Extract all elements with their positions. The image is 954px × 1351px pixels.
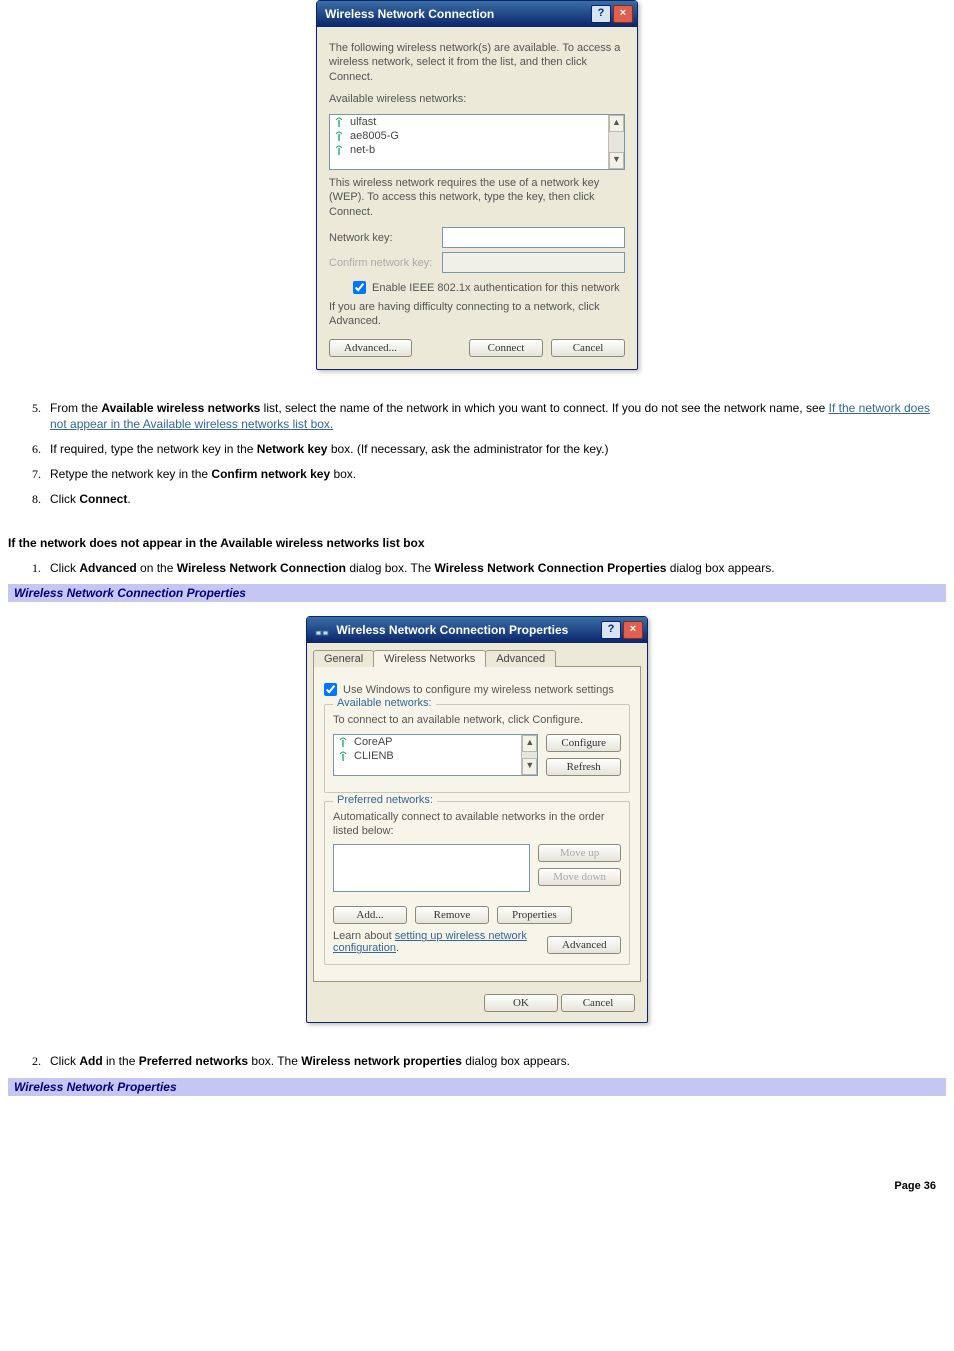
network-key-label: Network key: — [329, 232, 442, 244]
scrollbar[interactable]: ▲ ▼ — [521, 735, 537, 775]
cancel-button[interactable]: Cancel — [551, 339, 625, 357]
instruction-list: Click Advanced on the Wireless Network C… — [8, 560, 946, 577]
dialog-title: Wireless Network Connection Properties — [336, 623, 568, 637]
remove-button[interactable]: Remove — [415, 906, 489, 924]
available-networks-label: Available wireless networks: — [329, 92, 625, 106]
scroll-up-icon[interactable]: ▲ — [522, 735, 537, 752]
wireless-network-connection-dialog: Wireless Network Connection ? × The foll… — [316, 0, 638, 370]
scroll-down-icon[interactable]: ▼ — [522, 758, 537, 775]
scroll-down-icon[interactable]: ▼ — [609, 152, 624, 169]
tab-wireless-networks[interactable]: Wireless Networks — [373, 650, 486, 667]
confirm-key-label: Confirm network key: — [329, 257, 442, 269]
advanced-button[interactable]: Advanced — [547, 936, 621, 954]
close-icon[interactable]: × — [623, 621, 643, 639]
dialog-titlebar: Wireless Network Connection ? × — [317, 1, 637, 27]
section-bar: Wireless Network Properties — [8, 1078, 946, 1096]
section-bar: Wireless Network Connection Properties — [8, 584, 946, 602]
group-title: Available networks: — [333, 697, 436, 709]
move-down-button: Move down — [538, 868, 621, 886]
tab-panel: Use Windows to configure my wireless net… — [313, 666, 641, 982]
advanced-button[interactable]: Advanced... — [329, 339, 412, 357]
network-key-input[interactable] — [442, 227, 625, 248]
antenna-icon — [334, 145, 344, 155]
network-icon — [315, 624, 329, 638]
use-windows-label: Use Windows to configure my wireless net… — [343, 684, 614, 696]
confirm-key-input — [442, 252, 625, 273]
wireless-network-connection-properties-dialog: Wireless Network Connection Properties ?… — [306, 616, 648, 1023]
wep-text: This wireless network requires the use o… — [329, 176, 625, 219]
enable-8021x-label: Enable IEEE 802.1x authentication for th… — [372, 282, 620, 294]
move-up-button: Move up — [538, 844, 621, 862]
tab-strip: General Wireless Networks Advanced — [313, 649, 641, 666]
instruction-step: Click Advanced on the Wireless Network C… — [44, 560, 946, 577]
network-item[interactable]: CoreAP — [334, 735, 537, 749]
antenna-icon — [334, 131, 344, 141]
scrollbar[interactable]: ▲ ▼ — [608, 115, 624, 169]
antenna-icon — [338, 751, 348, 761]
available-networks-list[interactable]: CoreAP CLIENB ▲ ▼ — [333, 734, 538, 776]
instruction-step: Click Add in the Preferred networks box.… — [44, 1053, 946, 1070]
preferred-networks-group: Preferred networks: Automatically connec… — [324, 801, 630, 966]
configure-button[interactable]: Configure — [546, 734, 621, 752]
group-instruction: To connect to an available network, clic… — [333, 713, 621, 727]
instruction-step: Retype the network key in the Confirm ne… — [44, 466, 946, 483]
instruction-list: Click Add in the Preferred networks box.… — [8, 1053, 946, 1070]
connect-button[interactable]: Connect — [469, 339, 543, 357]
tab-advanced[interactable]: Advanced — [485, 650, 556, 667]
scroll-up-icon[interactable]: ▲ — [609, 115, 624, 132]
antenna-icon — [334, 117, 344, 127]
antenna-icon — [338, 737, 348, 747]
cancel-button[interactable]: Cancel — [561, 994, 635, 1012]
available-networks-list[interactable]: ulfast ae8005-G net-b ▲ ▼ — [329, 114, 625, 170]
help-icon[interactable]: ? — [591, 5, 611, 23]
network-item[interactable]: net-b — [330, 143, 624, 157]
network-item[interactable]: ulfast — [330, 115, 624, 129]
instruction-step: From the Available wireless networks lis… — [44, 400, 946, 434]
group-title: Preferred networks: — [333, 794, 437, 806]
dialog-titlebar: Wireless Network Connection Properties ?… — [307, 617, 647, 643]
tab-general[interactable]: General — [313, 650, 374, 667]
close-icon[interactable]: × — [613, 5, 633, 23]
dialog-intro-text: The following wireless network(s) are av… — [329, 41, 625, 84]
dialog-title: Wireless Network Connection — [325, 7, 494, 21]
enable-8021x-checkbox[interactable] — [353, 281, 366, 294]
page-number: Page 36 — [0, 1140, 954, 1206]
available-networks-group: Available networks: To connect to an ava… — [324, 704, 630, 792]
network-item[interactable]: ae8005-G — [330, 129, 624, 143]
preferred-networks-list[interactable] — [333, 844, 530, 892]
instruction-list: From the Available wireless networks lis… — [8, 400, 946, 508]
add-button[interactable]: Add... — [333, 906, 407, 924]
difficulty-text: If you are having difficulty connecting … — [329, 300, 625, 329]
network-item[interactable]: CLIENB — [334, 749, 537, 763]
properties-button[interactable]: Properties — [497, 906, 572, 924]
instruction-step: Click Connect. — [44, 491, 946, 508]
group-instruction: Automatically connect to available netwo… — [333, 810, 621, 839]
use-windows-checkbox[interactable] — [324, 683, 337, 696]
subsection-heading: If the network does not appear in the Av… — [8, 536, 946, 550]
help-icon[interactable]: ? — [601, 621, 621, 639]
ok-button[interactable]: OK — [484, 994, 558, 1012]
refresh-button[interactable]: Refresh — [546, 758, 621, 776]
instruction-step: If required, type the network key in the… — [44, 441, 946, 458]
